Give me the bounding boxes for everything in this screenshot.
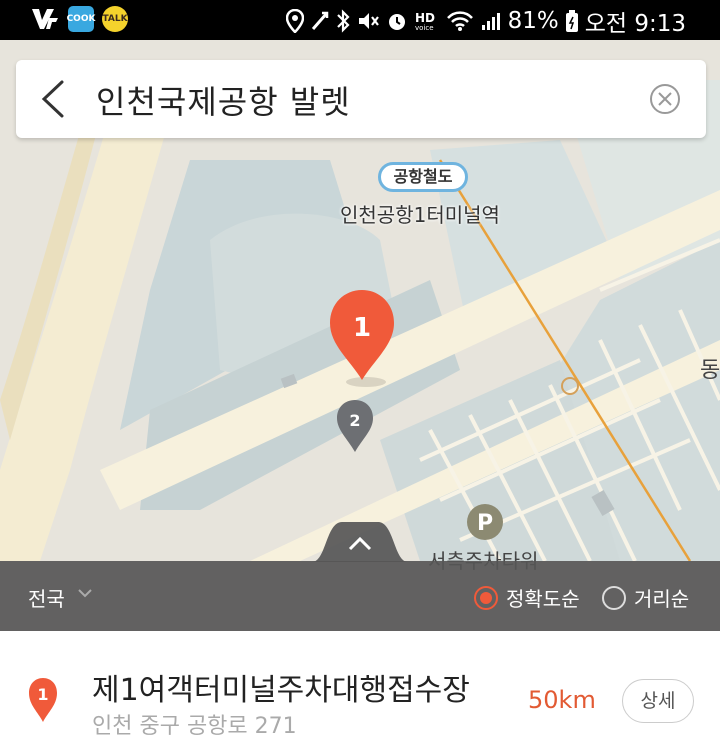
status-clock: 오전 9:13	[584, 11, 686, 37]
svg-text:2: 2	[349, 411, 360, 430]
bluetooth-icon	[336, 9, 350, 33]
sort-bar: 전국 정확도순 거리순	[0, 561, 720, 631]
parking-icon[interactable]: P	[467, 504, 503, 540]
cook-app-icon: COOK	[67, 6, 95, 32]
clear-icon[interactable]	[648, 82, 682, 116]
location-icon	[285, 9, 304, 33]
search-input[interactable]: 인천국제공항 발렛	[96, 77, 351, 123]
status-right: HD voice 81% 오전 9:13	[285, 4, 686, 38]
nfc-icon	[311, 11, 328, 30]
wifi-icon	[446, 11, 473, 31]
radio-unselected[interactable]	[602, 585, 626, 610]
signal-icon	[481, 13, 500, 30]
chevron-down-icon[interactable]	[77, 585, 93, 601]
expand-list-button[interactable]	[312, 522, 408, 562]
sort-distance-option[interactable]: 거리순	[602, 583, 689, 612]
result-pin-icon: 1	[29, 678, 57, 722]
mute-icon	[358, 13, 379, 29]
battery-percent: 81%	[507, 8, 559, 34]
status-bar: COOK TALK HD voice 81% 오전 9:13	[0, 0, 720, 40]
result-title[interactable]: 제1여객터미널주차대행접수장	[92, 665, 470, 709]
svg-text:HD: HD	[415, 11, 435, 25]
sort-accuracy-option[interactable]: 정확도순	[474, 583, 580, 612]
region-filter[interactable]: 전국	[28, 583, 65, 612]
alarm-icon	[388, 14, 405, 30]
radio-selected[interactable]	[474, 585, 498, 610]
svg-text:1: 1	[37, 685, 48, 704]
battery-icon	[565, 10, 578, 32]
detail-button[interactable]: 상세	[622, 679, 694, 723]
status-left: COOK TALK	[30, 6, 128, 32]
sort-accuracy-label: 정확도순	[506, 587, 580, 611]
sort-distance-label: 거리순	[634, 587, 690, 611]
svg-text:voice: voice	[415, 24, 434, 32]
result-item[interactable]: 1 제1여객터미널주차대행접수장 인천 중구 공항로 271 50km 상세	[0, 631, 720, 753]
hd-voice-icon: HDvoice	[415, 11, 435, 32]
svg-text:P: P	[477, 511, 493, 536]
kakaotalk-icon: TALK	[102, 6, 128, 32]
map-edge-label: 동	[700, 358, 720, 383]
result-distance: 50km	[528, 686, 596, 714]
kt-logo-icon	[32, 9, 58, 29]
back-button[interactable]	[30, 74, 80, 124]
result-address: 인천 중구 공항로 271	[92, 714, 297, 739]
station-name[interactable]: 인천공항1터미널역	[340, 199, 500, 228]
search-bar: 인천국제공항 발렛	[16, 60, 706, 138]
station-badge: 공항철도	[378, 162, 468, 192]
svg-text:1: 1	[353, 313, 371, 343]
